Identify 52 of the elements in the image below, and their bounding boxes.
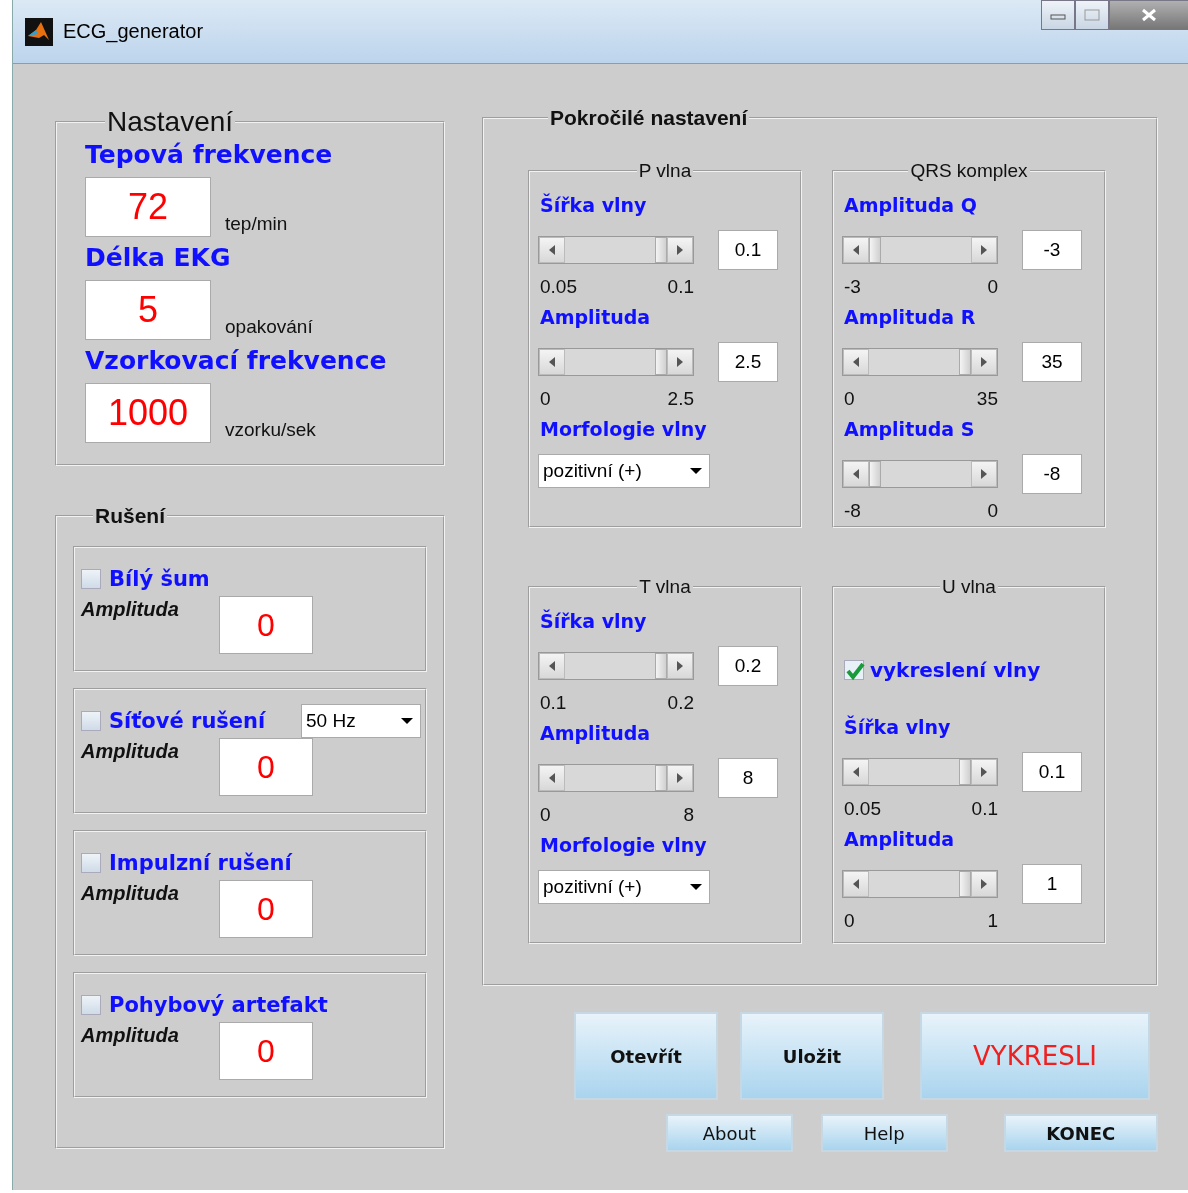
slider-label: Amplituda Q	[844, 194, 978, 216]
checkbox-label: Bílý šum	[109, 567, 210, 591]
slider-label: Šířka vlny	[540, 194, 648, 216]
max-label: 0.2	[667, 692, 694, 714]
min-label: -8	[844, 500, 861, 522]
window-title: ECG_generator	[63, 20, 204, 43]
group-title: P vlna	[637, 160, 693, 182]
slider-label: Amplituda S	[844, 418, 976, 440]
min-label: 0	[844, 388, 855, 410]
slider-label: Amplituda	[540, 306, 652, 328]
min-label: 0	[540, 388, 551, 410]
max-label: 8	[683, 804, 694, 826]
amplitude-label: Amplituda	[81, 1023, 179, 1047]
checkbox-label: vykreslení vlny	[870, 658, 1041, 682]
min-label: 0.1	[540, 692, 567, 714]
dropdown-label: Morfologie vlny	[540, 418, 708, 440]
amplitude-label: Amplituda	[81, 881, 179, 905]
panel-title: Pokročilé nastavení	[549, 106, 749, 130]
checkbox-label: Pohybový artefakt	[109, 993, 328, 1017]
amplitude-label: Amplituda	[81, 597, 179, 621]
field-label: Délka EKG	[85, 243, 232, 272]
max-label: 35	[976, 388, 998, 410]
min-label: -3	[844, 276, 861, 298]
max-label: 2.5	[667, 388, 694, 410]
unit-label: opakování	[225, 316, 313, 339]
group-title: U vlna	[941, 576, 997, 598]
group-title: QRS komplex	[909, 160, 1029, 182]
checkbox-label: Síťové rušení	[109, 709, 266, 733]
max-label: 0	[987, 500, 998, 522]
slider-label: Amplituda R	[844, 306, 977, 328]
slider-label: Amplituda	[844, 828, 956, 850]
slider-label: Šířka vlny	[844, 716, 952, 738]
panel-title: Nastavení	[106, 106, 235, 138]
slider-label: Šířka vlny	[540, 610, 648, 632]
min-label: 0	[540, 804, 551, 826]
max-label: 1	[987, 910, 998, 932]
amplitude-label: Amplituda	[81, 739, 179, 763]
unit-label: vzorku/sek	[225, 419, 316, 442]
group-title: T vlna	[638, 576, 692, 598]
max-label: 0.1	[971, 798, 998, 820]
min-label: 0.05	[540, 276, 577, 298]
dropdown-label: Morfologie vlny	[540, 834, 708, 856]
min-label: 0	[844, 910, 855, 932]
unit-label: tep/min	[225, 213, 288, 236]
panel-title: Rušení	[94, 504, 167, 528]
field-label: Tepová frekvence	[85, 140, 334, 169]
field-label: Vzorkovací frekvence	[85, 346, 388, 375]
slider-label: Amplituda	[540, 722, 652, 744]
max-label: 0.1	[667, 276, 694, 298]
min-label: 0.05	[844, 798, 881, 820]
checkbox-label: Impulzní rušení	[109, 851, 292, 875]
max-label: 0	[987, 276, 998, 298]
